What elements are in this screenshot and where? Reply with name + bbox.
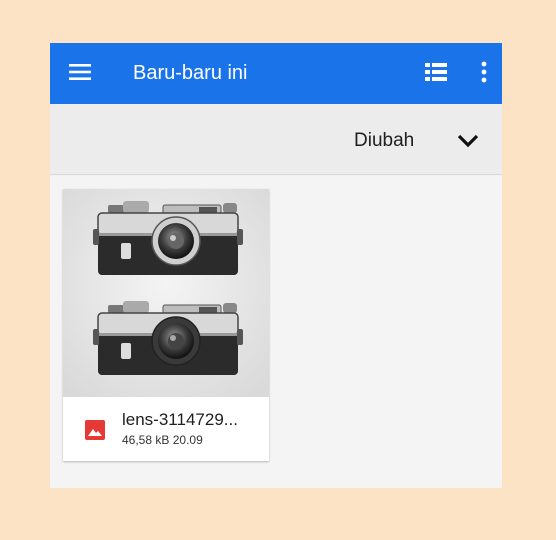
file-size: 46,58 kB — [122, 433, 170, 447]
sort-bar: Diubah — [50, 104, 502, 175]
files-app-window: Baru-baru ini Diubah lens-3114729... 46,… — [50, 43, 502, 488]
file-info: lens-3114729... 46,58 kB 20.09 — [63, 397, 269, 461]
list-view-icon[interactable] — [425, 63, 447, 81]
app-bar: Baru-baru ini — [50, 43, 502, 104]
file-grid: lens-3114729... 46,58 kB 20.09 — [50, 176, 502, 488]
chevron-down-icon[interactable] — [456, 133, 480, 149]
sort-label[interactable]: Diubah — [354, 130, 414, 152]
more-vert-icon[interactable] — [480, 61, 488, 83]
camera-photo-image — [63, 189, 269, 397]
image-file-icon — [85, 420, 105, 440]
file-name: lens-3114729... — [122, 410, 238, 429]
file-thumbnail — [63, 189, 269, 397]
file-card[interactable]: lens-3114729... 46,58 kB 20.09 — [63, 189, 269, 461]
hamburger-menu-icon[interactable] — [69, 64, 91, 80]
file-meta: 46,58 kB 20.09 — [122, 433, 203, 447]
page-title: Baru-baru ini — [133, 62, 248, 84]
file-date: 20.09 — [172, 433, 203, 447]
